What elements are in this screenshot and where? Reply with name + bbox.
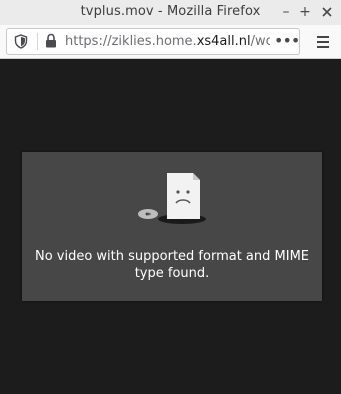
url-text[interactable]: https://ziklies.home.xs4all.nl/woo — [65, 34, 270, 49]
url-domain: xs4all.nl — [196, 34, 251, 49]
urlbar-separator — [37, 33, 38, 50]
shield-icon[interactable] — [14, 34, 28, 49]
hamburger-menu-icon[interactable] — [316, 35, 330, 49]
lock-icon[interactable] — [44, 33, 58, 49]
url-path: /woo — [250, 34, 270, 49]
video-error-message: No video with supported format and MIME … — [34, 249, 310, 281]
maximize-button[interactable]: + — [296, 3, 314, 21]
close-icon — [322, 7, 332, 17]
url-scheme: https:// — [65, 34, 112, 49]
page-actions-button[interactable]: ••• — [274, 30, 300, 52]
video-error-panel: No video with supported format and MIME … — [22, 152, 322, 301]
url-subdomain: ziklies.home. — [111, 34, 197, 49]
close-button[interactable] — [318, 3, 336, 21]
sad-file-icon — [138, 173, 206, 224]
video-content-area: No video with supported format and MIME … — [0, 59, 341, 394]
minimize-button[interactable]: – — [277, 3, 295, 21]
navigation-toolbar: https://ziklies.home.xs4all.nl/woo ••• — [0, 25, 341, 59]
window-titlebar: tvplus.mov - Mozilla Firefox – + — [0, 0, 341, 25]
url-bar[interactable]: https://ziklies.home.xs4all.nl/woo ••• — [6, 28, 300, 55]
